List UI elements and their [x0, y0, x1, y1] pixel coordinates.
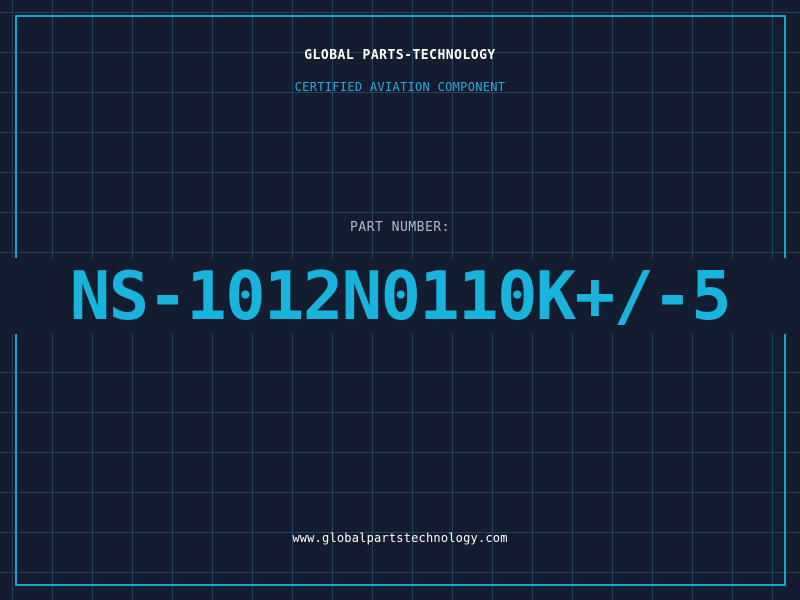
part-number-value: NS-1012N0110K+/-5 [69, 257, 732, 335]
part-number-label: PART NUMBER: [350, 220, 450, 235]
website-url: www.globalpartstechnology.com [292, 531, 508, 545]
certificate-card: GLOBAL PARTS-TECHNOLOGY CERTIFIED AVIATI… [0, 0, 800, 600]
certification-tagline: CERTIFIED AVIATION COMPONENT [294, 80, 506, 94]
company-name: GLOBAL PARTS-TECHNOLOGY [304, 48, 496, 63]
